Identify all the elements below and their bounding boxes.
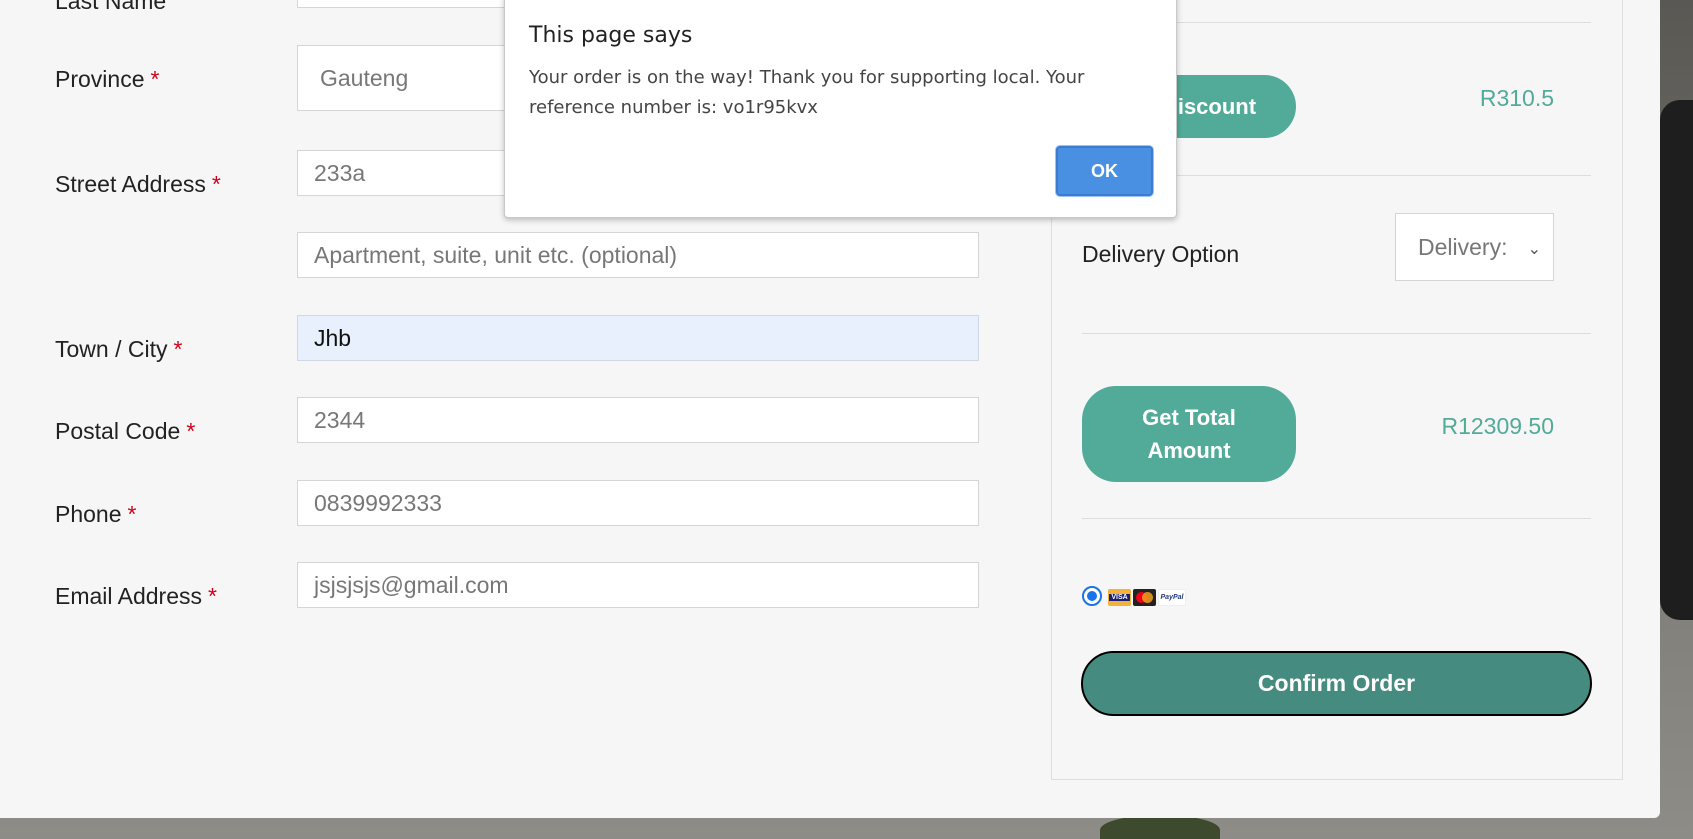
delivery-option-label: Delivery Option (1082, 241, 1240, 267)
email-address-label: Email Address * (55, 583, 217, 609)
last-name-label: Last Name (55, 0, 167, 14)
phone-field[interactable]: 0839992333 (297, 480, 979, 526)
dialog-message: Your order is on the way! Thank you for … (529, 67, 1085, 118)
required-mark: * (211, 171, 221, 197)
confirm-order-button[interactable]: Confirm Order (1081, 651, 1592, 716)
street-address-label: Street Address * (55, 171, 221, 197)
visa-card-icon: VISA (1108, 589, 1131, 606)
get-total-button[interactable]: Get Total Amount (1082, 386, 1296, 482)
postal-code-field[interactable]: 2344 (297, 397, 979, 443)
background-leaf (1100, 815, 1220, 839)
required-mark: * (208, 583, 217, 609)
town-city-label: Town / City * (55, 336, 183, 362)
required-mark: * (186, 418, 196, 444)
background-shadow (1660, 100, 1693, 620)
delivery-select[interactable]: Delivery: ⌄ (1395, 213, 1554, 281)
province-label: Province * (55, 66, 160, 92)
discount-amount: R310.5 (1479, 85, 1554, 111)
payment-radio[interactable] (1082, 586, 1102, 606)
email-address-field[interactable]: jsjsjsjs@gmail.com (297, 562, 979, 608)
postal-code-label: Postal Code * (55, 418, 196, 444)
mastercard-icon (1133, 589, 1156, 606)
required-mark: * (150, 66, 160, 92)
apartment-field[interactable]: Apartment, suite, unit etc. (optional) (297, 232, 979, 278)
required-mark: * (127, 501, 137, 527)
divider (1082, 333, 1591, 334)
dialog-title: This page says (529, 23, 693, 48)
total-amount: R12309.50 (1441, 413, 1554, 439)
chevron-down-icon: ⌄ (1527, 241, 1541, 258)
payment-methods: VISA PayPal (1108, 589, 1186, 606)
ok-button[interactable]: OK (1056, 146, 1153, 196)
town-city-field[interactable]: Jhb (297, 315, 979, 361)
alert-dialog: This page says Your order is on the way!… (504, 0, 1177, 218)
required-mark: * (173, 336, 183, 362)
paypal-icon: PayPal (1158, 589, 1186, 606)
divider (1082, 518, 1591, 519)
phone-label: Phone * (55, 501, 137, 527)
